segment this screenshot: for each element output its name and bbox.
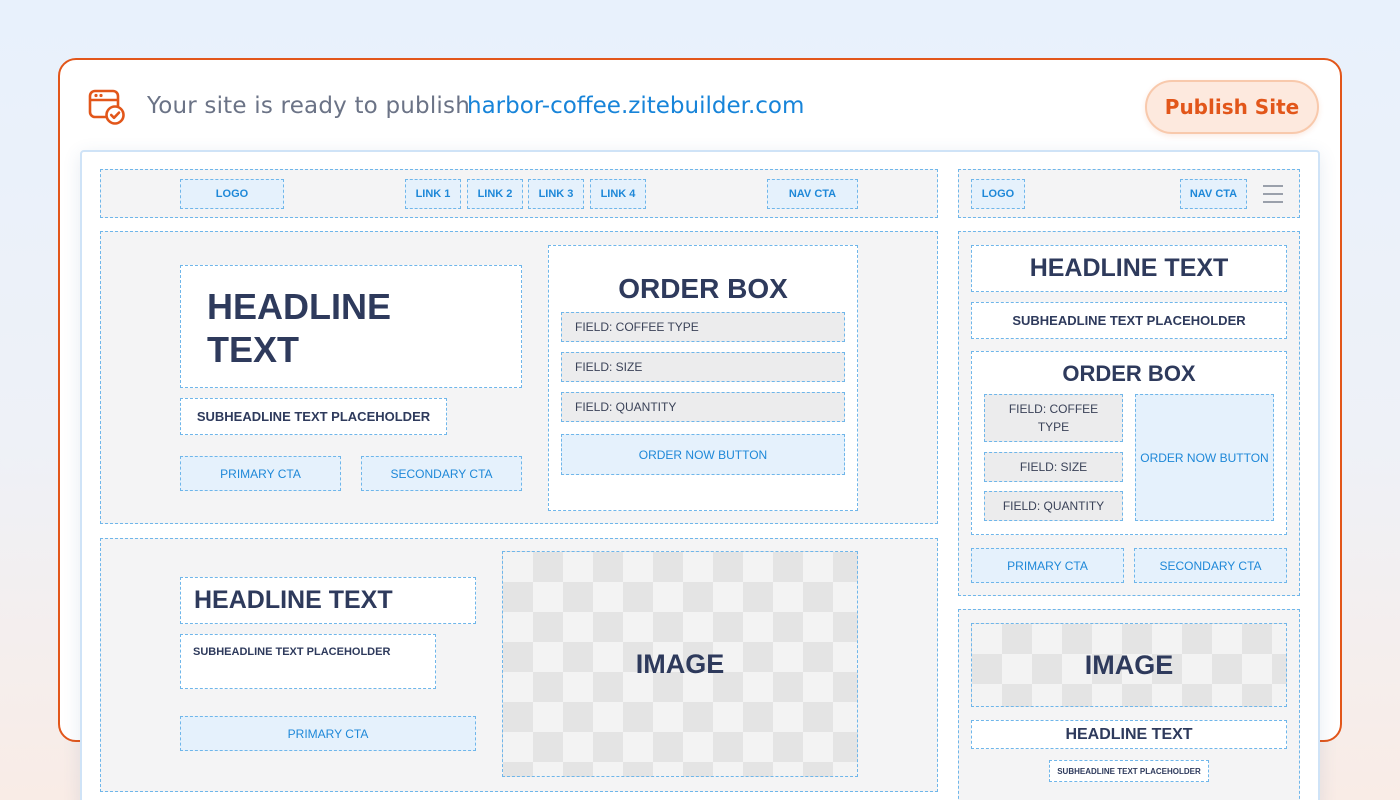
publish-status-message: Your site is ready to publish [147,93,470,119]
desktop-feature-subheadline-box: SUBHEADLINE TEXT PLACEHOLDER [180,634,436,689]
mobile-hero-headline: HEADLINE TEXT [971,245,1287,292]
desktop-nav-link-1[interactable]: LINK 1 [405,179,461,209]
mobile-feature-headline: HEADLINE TEXT [971,720,1287,749]
mobile-field-coffee-type[interactable]: FIELD: COFFEE TYPE [984,394,1123,442]
mobile-nav-cta[interactable]: NAV CTA [1180,179,1247,209]
desktop-feature-image-label: IMAGE [635,648,725,679]
desktop-nav-cta[interactable]: NAV CTA [767,179,858,209]
browser-check-icon [88,88,126,126]
mobile-order-box-title: ORDER BOX [1062,361,1196,386]
desktop-order-now-button[interactable]: ORDER NOW BUTTON [561,434,845,475]
mobile-feature-subheadline: SUBHEADLINE TEXT PLACEHOLDER [1049,760,1209,782]
desktop-nav-link-4[interactable]: LINK 4 [590,179,646,209]
mobile-order-now-button[interactable]: ORDER NOW BUTTON [1135,394,1274,521]
desktop-feature-subheadline: SUBHEADLINE TEXT PLACEHOLDER [193,646,391,658]
mobile-hero-primary-cta[interactable]: PRIMARY CTA [971,548,1124,583]
desktop-hero-headline-line-1: HEADLINE [207,286,392,327]
mobile-field-coffee-type-line-1: FIELD: COFFEE [1008,402,1099,416]
mobile-field-quantity[interactable]: FIELD: QUANTITY [984,491,1123,521]
desktop-nav-link-3[interactable]: LINK 3 [528,179,584,209]
desktop-hero-secondary-cta[interactable]: SECONDARY CTA [361,456,522,491]
desktop-hero-headline-line-2: TEXT [207,329,300,370]
mobile-field-coffee-type-line-2: TYPE [1037,420,1070,434]
desktop-field-coffee-type[interactable]: FIELD: COFFEE TYPE [561,312,845,342]
desktop-field-quantity[interactable]: FIELD: QUANTITY [561,392,845,422]
desktop-nav-logo[interactable]: LOGO [180,179,284,209]
site-url-link[interactable]: harbor-coffee.zitebuilder.com [467,93,804,119]
desktop-hero-primary-cta[interactable]: PRIMARY CTA [180,456,341,491]
publish-site-button[interactable]: Publish Site [1145,80,1319,134]
mobile-feature-image-placeholder: IMAGE [971,623,1287,707]
mobile-field-size[interactable]: FIELD: SIZE [984,452,1123,482]
desktop-nav-link-2[interactable]: LINK 2 [467,179,523,209]
mobile-hero-subheadline: SUBHEADLINE TEXT PLACEHOLDER [971,302,1287,339]
mobile-nav-logo[interactable]: LOGO [971,179,1025,209]
desktop-feature-primary-cta[interactable]: PRIMARY CTA [180,716,476,751]
desktop-order-box-title: ORDER BOX [618,273,788,304]
desktop-hero-headline-box: HEADLINE TEXT [180,265,522,388]
desktop-hero-subheadline: SUBHEADLINE TEXT PLACEHOLDER [180,398,447,435]
desktop-feature-headline: HEADLINE TEXT [180,577,476,624]
mobile-feature-image-label: IMAGE [1084,649,1174,680]
mobile-hero-secondary-cta[interactable]: SECONDARY CTA [1134,548,1287,583]
hamburger-menu-icon[interactable] [1262,184,1284,204]
desktop-field-size[interactable]: FIELD: SIZE [561,352,845,382]
desktop-feature-image-placeholder: IMAGE [502,551,858,777]
